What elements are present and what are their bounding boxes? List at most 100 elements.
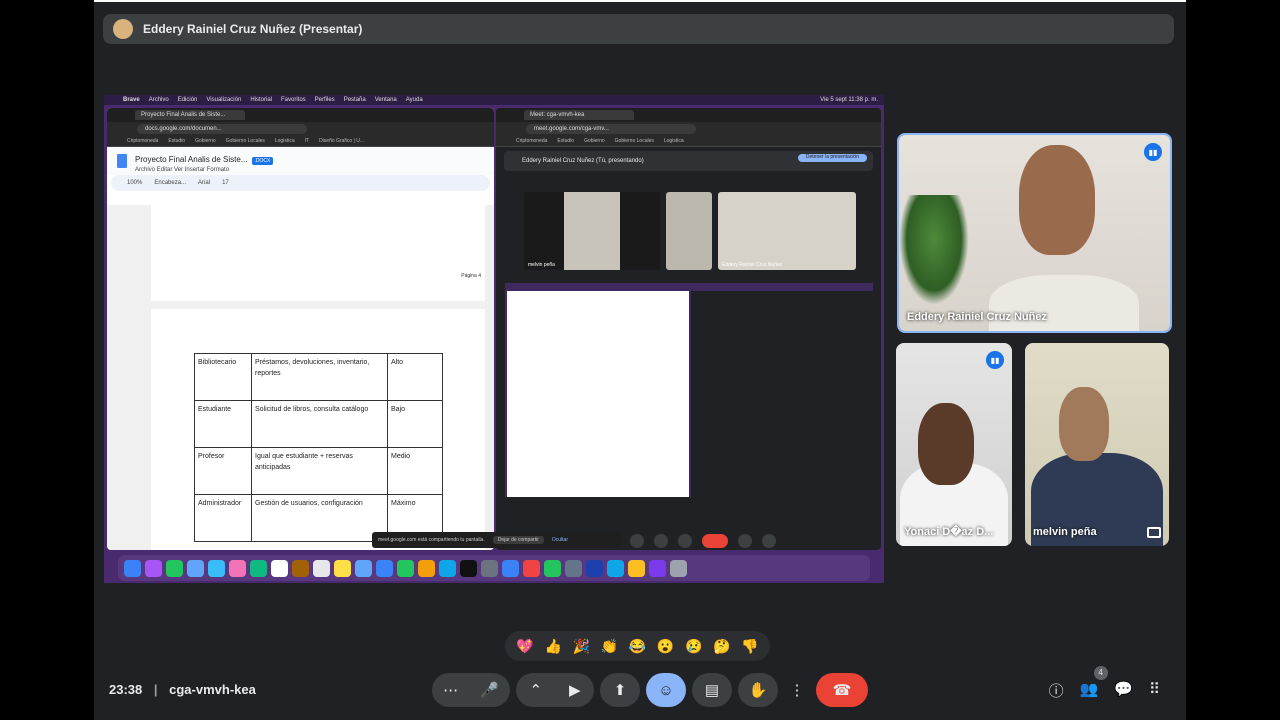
terminal-icon (460, 559, 477, 577)
chat-icon[interactable]: 💬 (1114, 680, 1133, 701)
mail-icon (187, 559, 204, 577)
freeform-icon (355, 559, 372, 577)
participant-name: melvin peña (1033, 526, 1097, 538)
finder-icon (124, 559, 141, 577)
more-options-button[interactable]: ⋮ (784, 673, 810, 707)
call-controls: ⋯ 🎤 ⌃ ▶ ⬆ ☺ ▤ ✋ ⋮ ☎ (432, 673, 868, 707)
reaction-thinking[interactable]: 🤔 (713, 638, 730, 655)
present-icon: ⬆ (613, 682, 627, 699)
separator: | (153, 682, 158, 697)
reaction-party[interactable]: 🎉 (573, 638, 590, 655)
bookmark: Estudio (557, 138, 575, 144)
table-cell: Administrador (194, 494, 252, 542)
side-actions: ⓘ 👥 4 💬 ⠿ (1049, 666, 1160, 701)
nested-screen-share (504, 282, 874, 498)
font-select: Arial (198, 180, 211, 186)
reactions-bar: 💖 👍 🎉 👏 😂 😮 😢 🤔 👎 (505, 631, 770, 661)
raise-hand-button[interactable]: ✋ (738, 673, 778, 707)
clock: 23:38 (109, 682, 143, 697)
bookmark: Logistica (274, 138, 295, 144)
screen-share-icon (1147, 527, 1161, 538)
activities-icon[interactable]: ⠿ (1149, 680, 1160, 701)
safari-icon (502, 559, 519, 577)
chevron-up-icon[interactable]: ⌃ (529, 681, 542, 699)
bookmark: Gobierno Locales (614, 138, 654, 144)
people-icon[interactable]: 👥 4 (1080, 666, 1108, 701)
participant-tile[interactable]: melvin peña (1025, 343, 1169, 546)
mini-tile-label: melvin peña (528, 262, 555, 268)
participant-tile-main[interactable]: ▮▮ Eddery Rainiel Cruz Nuñez (897, 133, 1172, 333)
size-input: 17 (222, 180, 229, 186)
appstore-icon (439, 559, 456, 577)
reaction-thumbs-down[interactable]: 👎 (741, 638, 758, 655)
top-edge (94, 0, 1186, 2)
menu-brave: Brave (123, 97, 140, 103)
menu-perfiles: Perfiles (314, 97, 335, 103)
reaction-thumbs-up[interactable]: 👍 (544, 638, 561, 655)
info-icon[interactable]: ⓘ (1049, 680, 1064, 701)
toast-text: meet.google.com está compartiendo tu pan… (378, 537, 485, 543)
table-cell: Estudiante (194, 400, 252, 448)
menu-visualizacion: Visualización (206, 97, 242, 103)
end-call-icon (702, 533, 728, 548)
table-cell: Medio (387, 447, 443, 495)
nested-doc (507, 291, 689, 497)
menu-edicion: Edición (177, 97, 198, 103)
app-icon (565, 559, 582, 577)
bookmark: Logistica (663, 138, 684, 144)
reaction-sad[interactable]: 😢 (685, 638, 702, 655)
emoji-button[interactable]: ☺ (646, 673, 686, 707)
end-call-icon: ☎ (832, 682, 852, 699)
mic-icon[interactable]: 🎤 (480, 681, 499, 699)
facetime-icon (250, 559, 267, 577)
docs-icon (117, 154, 127, 168)
zoom-select: 100% (127, 180, 143, 186)
participant-tile[interactable]: ▮▮ Yonaci D�az D... (896, 343, 1012, 546)
docs-url: docs.google.com/documen... (137, 124, 307, 134)
meeting-code: cga-vmvh-kea (169, 682, 256, 697)
bookmarks-bar: Criptomoneda Estudio Gobierno Gobierno L… (496, 136, 881, 147)
bookmark: IT (304, 138, 310, 144)
docs-header: Proyecto Final Analis de Siste... .DOCX A… (107, 147, 494, 175)
table-cell: Gestión de usuarios, configuración (251, 494, 388, 542)
doc-title: Proyecto Final Analis de Siste... (135, 155, 248, 164)
reaction-surprised[interactable]: 😮 (657, 638, 674, 655)
docs-tab: Proyecto Final Analis de Siste... (135, 110, 245, 120)
bookmark: Diseño Grafico | U... (319, 138, 364, 144)
speaking-indicator-icon: ▮▮ (1144, 143, 1162, 161)
numbers-icon (397, 559, 414, 577)
captions-button[interactable]: ▤ (692, 673, 732, 707)
doc-menu: Archivo Editar Ver Insertar Formato (135, 167, 230, 173)
app-icon (628, 559, 645, 577)
bookmark: Gobierno Locales (225, 138, 265, 144)
maps-icon (208, 559, 225, 577)
speaking-indicator-icon: ▮▮ (986, 351, 1004, 369)
camera-icon[interactable]: ▶ (569, 681, 581, 699)
bookmark: Gobierno (584, 138, 605, 144)
page-number-label: Página 4 (461, 273, 481, 279)
hand-icon: ✋ (748, 682, 768, 699)
reaction-clap[interactable]: 👏 (601, 638, 618, 655)
captions-icon (654, 533, 668, 548)
mac-menubar: Brave Archivo Edición Visualización Hist… (104, 95, 884, 105)
hand-icon (678, 533, 692, 548)
mini-tile (666, 192, 712, 270)
end-call-button[interactable]: ☎ (816, 673, 868, 707)
table-cell: Préstamos, devoluciones, inventario, rep… (251, 353, 388, 401)
presenting-banner: Eddery Rainiel Cruz Nuñez (Tú, presentan… (504, 151, 873, 171)
settings-icon (481, 559, 498, 577)
roles-table: Bibliotecario Préstamos, devoluciones, i… (194, 353, 443, 542)
notes-icon (334, 559, 351, 577)
more-vert-icon: ⋮ (789, 682, 805, 699)
menu-favoritos: Favoritos (280, 97, 306, 103)
presenting-text: Eddery Rainiel Cruz Nuñez (Tú, presentan… (522, 158, 644, 164)
shared-screen: Brave Archivo Edición Visualización Hist… (104, 95, 884, 583)
more-audio-icon[interactable]: ⋯ (443, 681, 458, 699)
meet-tab: Meet: cga-vmvh-kea (524, 110, 634, 120)
table-row: Profesor Igual que estudiante + reservas… (194, 447, 443, 495)
reaction-laugh[interactable]: 😂 (629, 638, 646, 655)
bookmark: Criptomoneda (516, 138, 548, 144)
reminders-icon (313, 559, 330, 577)
reaction-heart[interactable]: 💖 (516, 638, 533, 655)
present-button[interactable]: ⬆ (600, 673, 640, 707)
